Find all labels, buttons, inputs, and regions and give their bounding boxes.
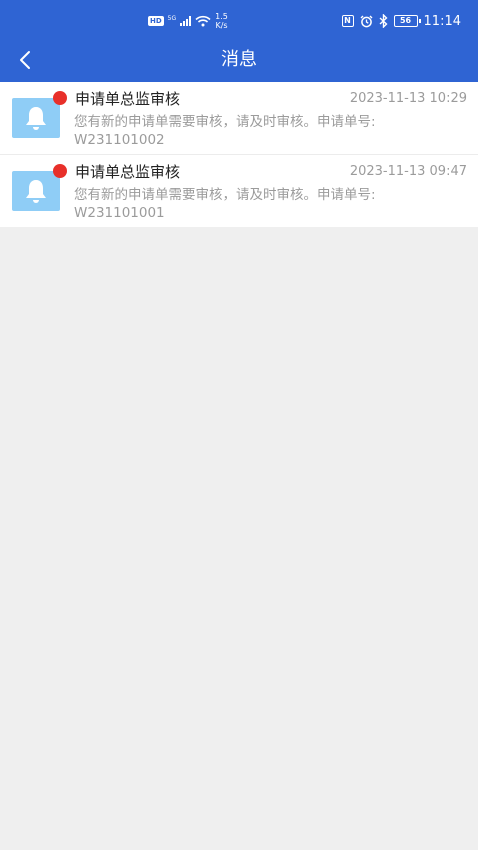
status-bar: HD 5G 1.5 K/s N 56 11:14: [0, 0, 478, 40]
bluetooth-icon: [379, 14, 388, 28]
message-time: 2023-11-13 09:47: [349, 164, 467, 179]
message-item[interactable]: 申请单总监审核 2023-11-13 09:47 您有新的申请单需要审核，请及时…: [0, 154, 478, 227]
bell-icon: [26, 107, 46, 130]
message-item[interactable]: 申请单总监审核 2023-11-13 10:29 您有新的申请单需要审核，请及时…: [0, 82, 478, 154]
top-app-bar: HD 5G 1.5 K/s N 56 11:14 消息: [0, 0, 478, 82]
system-indicators: N 56 11:14: [341, 12, 461, 30]
nfc-icon: N: [341, 15, 354, 27]
message-title: 申请单总监审核: [75, 90, 181, 108]
message-body: 您有新的申请单需要审核，请及时审核。申请单号: W231101002: [74, 113, 454, 149]
battery-icon: 56: [393, 15, 421, 27]
clock: 11:14: [423, 13, 461, 29]
hd-badge: HD: [148, 16, 164, 26]
unread-dot: [53, 164, 67, 178]
page-title: 消息: [221, 49, 257, 70]
alarm-icon: [360, 15, 373, 27]
message-time: 2023-11-13 10:29: [349, 91, 467, 106]
message-avatar: [12, 98, 60, 138]
message-title: 申请单总监审核: [75, 163, 181, 181]
signal-type-label: 5G: [167, 14, 177, 22]
speed-value: 1.5: [215, 12, 228, 21]
speed-unit: K/s: [215, 21, 228, 30]
order-number: W231101002: [74, 132, 165, 148]
order-number: W231101001: [74, 205, 165, 221]
network-speed: 1.5 K/s: [215, 12, 228, 30]
nav-bar: 消息: [0, 40, 478, 82]
message-list: 申请单总监审核 2023-11-13 10:29 您有新的申请单需要审核，请及时…: [0, 82, 478, 227]
message-body: 您有新的申请单需要审核，请及时审核。申请单号: W231101001: [74, 186, 454, 222]
signal-bars-icon: [180, 16, 192, 26]
message-text: 您有新的申请单需要审核，请及时审核。申请单号:: [74, 114, 376, 130]
wifi-icon: [195, 15, 211, 27]
message-text: 您有新的申请单需要审核，请及时审核。申请单号:: [74, 187, 376, 203]
unread-dot: [53, 91, 67, 105]
bell-icon: [26, 180, 46, 203]
network-indicators: HD 5G 1.5 K/s: [148, 10, 228, 32]
message-avatar: [12, 171, 60, 211]
